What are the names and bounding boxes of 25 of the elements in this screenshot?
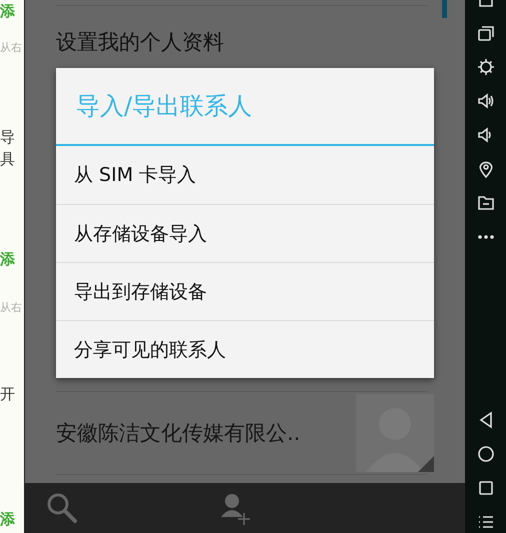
location-icon[interactable] <box>476 160 494 178</box>
page-text: 具 <box>0 150 15 169</box>
page-text: 开 <box>0 385 15 404</box>
menu-item[interactable]: 分享可见的联系人 <box>56 320 434 378</box>
page-text: 添 <box>0 2 15 21</box>
avatar-icon <box>356 394 434 472</box>
windows-icon[interactable] <box>476 24 494 42</box>
dialog-title: 导入/导出联系人 <box>56 68 434 146</box>
home-icon[interactable] <box>476 445 494 463</box>
recents-icon[interactable] <box>476 479 494 497</box>
scrollbar <box>442 0 447 18</box>
menu-item[interactable]: 从 SIM 卡导入 <box>56 146 434 204</box>
settings-icon[interactable] <box>476 58 494 76</box>
page-text: 添 <box>0 250 15 269</box>
search-icon[interactable] <box>45 491 79 525</box>
page-text: 从右 <box>0 300 22 315</box>
folder-icon[interactable] <box>476 194 494 212</box>
add-contact-icon[interactable] <box>219 491 253 525</box>
volume-up-icon[interactable] <box>476 92 494 110</box>
page-text: 从右 <box>0 40 22 55</box>
menu-item[interactable]: 从存储设备导入 <box>56 204 434 262</box>
list-icon[interactable] <box>476 513 494 531</box>
menu-item[interactable]: 导出到存储设备 <box>56 262 434 320</box>
page-text: 添 <box>0 510 15 529</box>
page-text: 导 <box>0 128 15 147</box>
